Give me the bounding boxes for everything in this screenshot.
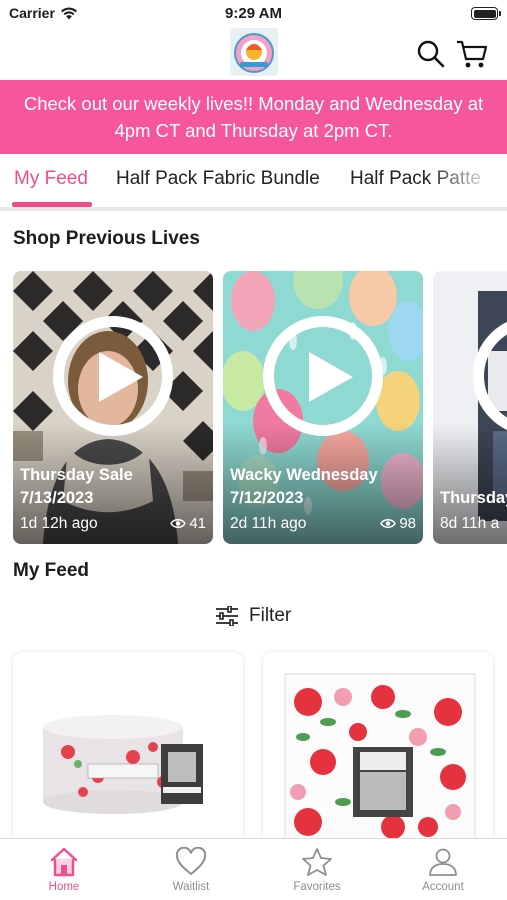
product-card[interactable] xyxy=(263,652,493,852)
nav-account-label: Account xyxy=(422,881,464,893)
announcement-banner[interactable]: Check out our weekly lives!! Monday and … xyxy=(0,80,507,154)
nav-favorites-label: Favorites xyxy=(293,881,341,893)
product-card[interactable] xyxy=(13,652,243,852)
play-button[interactable] xyxy=(53,316,173,436)
live-date: 7/12/2023 xyxy=(230,489,304,507)
nav-waitlist[interactable]: Waitlist xyxy=(141,847,241,893)
play-icon xyxy=(309,352,353,402)
view-count: 98 xyxy=(380,515,416,532)
product-image xyxy=(13,652,243,852)
filter-button[interactable]: Filter xyxy=(215,605,291,627)
view-count-value: 98 xyxy=(399,515,416,532)
live-date: 7/13/2023 xyxy=(20,489,94,507)
eye-icon xyxy=(380,519,397,528)
play-icon xyxy=(99,352,143,402)
bottom-nav: Home Waitlist Favorites Account xyxy=(0,838,507,900)
nav-home-label: Home xyxy=(48,881,80,893)
shop-previous-lives-title: Shop Previous Lives xyxy=(13,228,200,249)
live-title: Thursday xyxy=(440,489,507,507)
live-time-ago: 8d 11h a xyxy=(440,515,500,532)
status-bar: Carrier 9:29 AM xyxy=(0,0,507,28)
store-logo[interactable] xyxy=(230,28,278,76)
tabs-divider xyxy=(0,207,507,211)
app-header xyxy=(0,28,507,80)
heart-icon xyxy=(175,847,207,876)
nav-account[interactable]: Account xyxy=(393,847,493,893)
view-count: 41 xyxy=(170,515,206,532)
live-title: Thursday Sale xyxy=(20,466,133,484)
live-time-ago: 2d 11h ago xyxy=(230,515,307,532)
my-feed-title: My Feed xyxy=(13,560,90,581)
play-button[interactable] xyxy=(263,316,383,436)
filter-label: Filter xyxy=(249,605,292,626)
live-video-card[interactable]: Thursday Sale 7/13/2023 1d 12h ago 41 xyxy=(13,271,213,544)
nav-home[interactable]: Home xyxy=(14,847,114,893)
cart-icon[interactable] xyxy=(455,38,488,70)
live-title: Wacky Wednesday xyxy=(230,466,378,484)
nav-favorites[interactable]: Favorites xyxy=(267,847,367,893)
product-image xyxy=(263,652,493,852)
star-icon xyxy=(302,848,332,876)
battery-icon xyxy=(471,7,501,20)
home-icon xyxy=(50,847,78,877)
status-time: 9:29 AM xyxy=(225,5,282,22)
eye-icon xyxy=(170,519,187,528)
live-time-ago: 1d 12h ago xyxy=(20,515,98,532)
live-video-card[interactable]: Thursday 8d 11h a xyxy=(433,271,507,544)
view-count-value: 41 xyxy=(189,515,206,532)
nav-waitlist-label: Waitlist xyxy=(172,881,210,893)
previous-lives-carousel[interactable]: Thursday Sale 7/13/2023 1d 12h ago 41 Wa… xyxy=(13,271,507,545)
banner-text: Check out our weekly lives!! Monday and … xyxy=(23,93,484,141)
person-icon xyxy=(429,848,457,876)
sliders-icon xyxy=(216,606,238,626)
tab-my-feed[interactable]: My Feed xyxy=(14,168,88,190)
live-video-card[interactable]: Wacky Wednesday 7/12/2023 2d 11h ago 98 xyxy=(223,271,423,544)
search-icon[interactable] xyxy=(415,38,447,70)
tabs-fade xyxy=(427,160,507,200)
tab-half-pack-fabric-bundle[interactable]: Half Pack Fabric Bundle xyxy=(116,168,320,190)
